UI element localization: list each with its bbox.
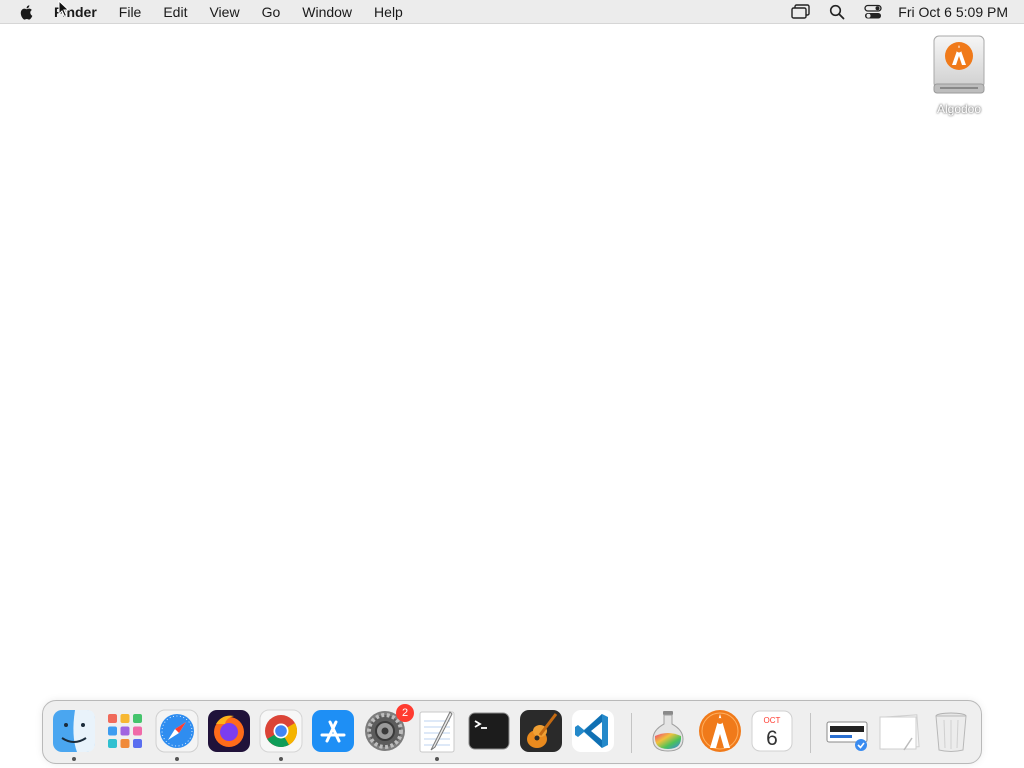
notification-badge: 2 bbox=[396, 704, 414, 722]
dock-firefox[interactable] bbox=[206, 708, 252, 754]
menu-window[interactable]: Window bbox=[302, 0, 352, 24]
dock-separator bbox=[810, 713, 811, 753]
desktop-icon-algodoo[interactable]: Algodoo bbox=[922, 32, 996, 122]
launchpad-icon bbox=[108, 714, 142, 748]
menu-go[interactable]: Go bbox=[262, 0, 281, 24]
safari-icon bbox=[155, 709, 199, 753]
running-indicator bbox=[279, 757, 283, 761]
dock-trash[interactable] bbox=[928, 708, 974, 754]
running-indicator bbox=[435, 757, 439, 761]
menu-file[interactable]: File bbox=[119, 0, 142, 24]
dock-vscode[interactable] bbox=[570, 708, 616, 754]
calendar-month: OCT bbox=[764, 716, 781, 725]
dock-algodoo[interactable] bbox=[697, 708, 743, 754]
flask-icon bbox=[652, 711, 684, 752]
calendar-icon: OCT 6 bbox=[751, 710, 793, 752]
garageband-icon bbox=[520, 710, 562, 752]
vscode-icon bbox=[572, 710, 614, 752]
dock-colorsync[interactable] bbox=[645, 708, 691, 754]
dock-calendar[interactable]: OCT 6 bbox=[749, 708, 795, 754]
dock-terminal[interactable] bbox=[466, 708, 512, 754]
control-center-icon[interactable] bbox=[862, 3, 884, 21]
disk-image-drive-icon bbox=[933, 35, 985, 94]
trash-icon bbox=[935, 712, 967, 752]
dock-safari[interactable] bbox=[154, 708, 200, 754]
running-indicator bbox=[175, 757, 179, 761]
algodoo-icon bbox=[699, 710, 741, 752]
running-indicator bbox=[72, 757, 76, 761]
app-store-icon bbox=[312, 710, 354, 752]
menu-help[interactable]: Help bbox=[374, 0, 403, 24]
downloads-stack-icon bbox=[826, 721, 868, 751]
dock-garageband[interactable] bbox=[518, 708, 564, 754]
spotlight-search-icon[interactable] bbox=[826, 3, 848, 21]
dock-textedit[interactable] bbox=[414, 708, 460, 754]
finder-icon bbox=[53, 710, 95, 752]
dock-system-preferences[interactable]: 2 bbox=[362, 704, 414, 754]
dock-downloads-stack[interactable] bbox=[824, 708, 870, 754]
calendar-day: 6 bbox=[766, 727, 778, 750]
dock-chrome[interactable] bbox=[258, 708, 304, 754]
textedit-icon bbox=[419, 711, 455, 753]
dock-separator bbox=[631, 713, 632, 753]
menu-edit[interactable]: Edit bbox=[163, 0, 187, 24]
documents-stack-icon bbox=[879, 714, 920, 751]
apple-menu-icon[interactable] bbox=[18, 3, 36, 21]
firefox-icon bbox=[208, 710, 250, 752]
screen-mirroring-icon[interactable] bbox=[790, 3, 812, 21]
dock-finder[interactable] bbox=[51, 708, 97, 754]
menu-bar: Finder File Edit View Go Window Help Fri… bbox=[0, 0, 1024, 24]
dock: 2 OCT 6 bbox=[42, 700, 982, 764]
menu-view[interactable]: View bbox=[209, 0, 239, 24]
terminal-icon bbox=[468, 712, 510, 750]
menu-bar-clock[interactable]: Fri Oct 6 5:09 PM bbox=[898, 4, 1008, 20]
dock-app-store[interactable] bbox=[310, 708, 356, 754]
mouse-cursor-icon bbox=[58, 0, 70, 18]
dock-launchpad[interactable] bbox=[102, 708, 148, 754]
dock-documents-stack[interactable] bbox=[876, 708, 922, 754]
desktop-icon-label: Algodoo bbox=[936, 102, 982, 116]
chrome-icon bbox=[259, 709, 303, 753]
